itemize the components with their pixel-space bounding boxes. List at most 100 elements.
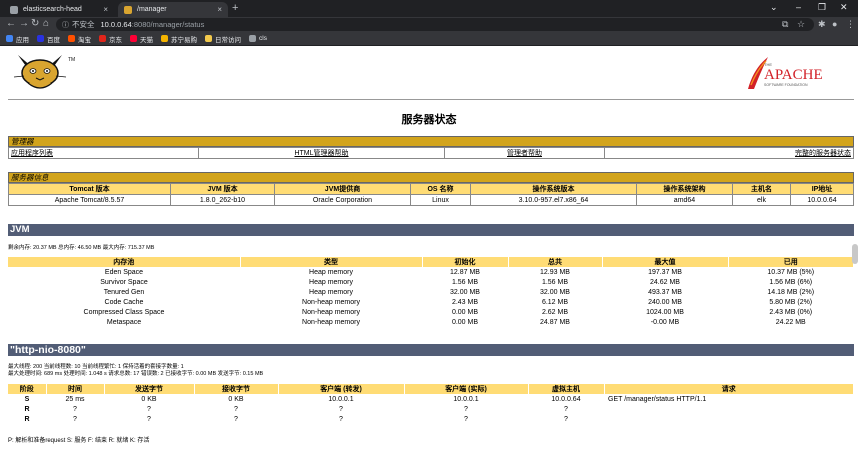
minimize-button[interactable]: – — [796, 2, 801, 12]
bookmarks-bar: 应用 百度 淘宝 京东 天猫 苏宁易购 日常访问 cls — [0, 32, 858, 46]
table-cell: 197.37 MB — [648, 268, 682, 276]
scrollbar-thumb[interactable] — [852, 244, 858, 264]
address-bar[interactable]: ⓘ 不安全 10.0.0.64 :8080/manager/status — [56, 18, 814, 31]
table-cell: 1.56 MB — [541, 278, 569, 286]
table-cell: ? — [339, 405, 343, 413]
column-header: 总共 — [508, 257, 603, 267]
table-cell: Tenured Gen — [103, 288, 145, 296]
connector-heading: "http-nio-8080" — [8, 344, 854, 356]
apache-logo-icon: THE APACHE SOFTWARE FOUNDATION — [748, 57, 823, 89]
table-cell: Heap memory — [309, 278, 353, 286]
table-cell: 10.37 MB (5%) — [767, 268, 815, 276]
table-cell: Oracle Corporation — [274, 194, 411, 206]
forward-button[interactable]: → — [19, 19, 29, 29]
jvm-memory-summary: 剩余内存: 20.37 MB 总内存: 46.50 MB 最大内存: 715.3… — [8, 245, 155, 251]
table-cell: 5.80 MB (2%) — [769, 298, 813, 306]
profile-icon[interactable]: ● — [832, 19, 837, 29]
baidu-icon — [37, 35, 44, 42]
info-icon[interactable]: ⓘ — [62, 20, 69, 30]
table-cell: ? — [564, 415, 568, 423]
manager-help-link[interactable]: 管理者帮助 — [507, 150, 542, 157]
table-cell: Heap memory — [309, 288, 353, 296]
table-cell: Eden Space — [104, 268, 144, 276]
table-cell: 10.0.0.1 — [453, 395, 479, 403]
new-tab-button[interactable]: + — [232, 2, 238, 14]
bookmark-label: 天猫 — [140, 36, 153, 44]
folder-icon — [205, 35, 212, 42]
page-title: 服务器状态 — [401, 114, 457, 126]
back-button[interactable]: ← — [6, 19, 16, 29]
table-cell: ? — [234, 415, 238, 423]
manager-heading: 管理器 — [8, 136, 854, 147]
complete-server-status-link[interactable]: 完整的服务器状态 — [795, 150, 851, 157]
extensions-icon[interactable]: ✱ — [818, 19, 826, 30]
translate-icon[interactable]: ⧉ — [782, 19, 788, 30]
stage-legend: P: 解析和准备request S: 服务 F: 结束 R: 就绪 K: 存活 — [8, 438, 150, 444]
bookmark-label: 应用 — [16, 36, 29, 44]
bookmark-star-icon[interactable]: ☆ — [797, 19, 805, 30]
table-row: Apache Tomcat/8.5.57 1.8.0_262-b10 Oracl… — [8, 194, 854, 206]
tab-elasticsearch-head[interactable]: elasticsearch-head × — [4, 2, 114, 17]
table-cell: 10.0.0.64 — [790, 194, 854, 206]
close-window-button[interactable]: ✕ — [840, 2, 848, 13]
table-cell: ? — [73, 415, 77, 423]
table-cell: 14.18 MB (2%) — [767, 288, 815, 296]
table-cell: ? — [464, 405, 468, 413]
tab-search-icon[interactable]: ⌄ — [770, 2, 778, 13]
column-header: 发送字节 — [104, 384, 195, 394]
table-cell: Compressed Class Space — [83, 308, 165, 316]
tab-close-icon[interactable]: × — [217, 5, 222, 14]
table-header-row: Tomcat 版本 JVM 版本 JVM提供商 OS 名称 操作系统版本 操作系… — [8, 183, 854, 195]
tomcat-tm-mark: TM — [68, 57, 75, 63]
page-content: TM THE APACHE SOFTWARE FOUNDATION 服务器状态 … — [0, 47, 858, 450]
server-info-heading: 服务器信息 — [8, 172, 854, 183]
url-path: :8080/manager/status — [131, 20, 205, 29]
table-row: R ? ? ? ? ? ? — [8, 414, 854, 424]
table-row: S 25 ms 0 KB 0 KB 10.0.0.1 10.0.0.1 10.0… — [8, 394, 854, 404]
home-button[interactable]: ⌂ — [43, 19, 49, 29]
table-cell: 10.0.0.64 — [551, 395, 581, 403]
table-cell: 24.87 MB — [540, 318, 570, 326]
table-cell: Non-heap memory — [302, 308, 360, 316]
html-manager-help-link[interactable]: HTML管理器帮助 — [294, 150, 348, 157]
bookmark-apps[interactable]: 应用 — [6, 34, 29, 44]
table-cell — [604, 404, 854, 414]
table-cell: ? — [73, 405, 77, 413]
column-header: 客户端 (实际) — [404, 384, 529, 394]
apache-logo-text: APACHE — [764, 67, 823, 83]
table-cell: 2.43 MB (0%) — [769, 308, 813, 316]
column-header: 阶段 — [8, 384, 47, 394]
table-cell: ? — [147, 405, 151, 413]
reload-button[interactable]: ↻ — [31, 19, 39, 29]
tab-manager[interactable]: /manager × — [118, 2, 228, 17]
column-header: 请求 — [604, 384, 854, 394]
table-row: Survivor Space Heap memory 1.56 MB 1.56 MB 2… — [8, 277, 854, 287]
bookmark-taobao[interactable]: 淘宝 — [68, 34, 91, 44]
url-host: 10.0.0.64 — [100, 20, 132, 29]
bookmark-daily[interactable]: 日常访问 — [205, 34, 241, 44]
column-header: 接收字节 — [194, 384, 279, 394]
menu-icon[interactable]: ⋮ — [846, 19, 855, 30]
bookmark-baidu[interactable]: 百度 — [37, 34, 60, 44]
column-header: Tomcat 版本 — [8, 183, 171, 195]
browser-toolbar: ← → ↻ ⌂ ⓘ 不安全 10.0.0.64 :8080/manager/st… — [0, 17, 858, 32]
bookmark-jd[interactable]: 京东 — [99, 34, 122, 44]
list-applications-link[interactable]: 应用程序列表 — [11, 150, 53, 157]
bookmark-suning[interactable]: 苏宁易购 — [161, 34, 197, 44]
bookmark-label: 苏宁易购 — [171, 36, 197, 44]
table-cell: ? — [339, 415, 343, 423]
globe-icon — [249, 35, 256, 42]
bookmark-cls[interactable]: cls — [249, 35, 267, 42]
table-cell: 0 KB — [228, 395, 244, 403]
restore-button[interactable]: ❐ — [818, 2, 826, 13]
table-cell: 493.37 MB — [648, 288, 682, 296]
security-label: 不安全 — [72, 20, 95, 29]
table-cell: 1.8.0_262-b10 — [170, 194, 275, 206]
table-cell: Non-heap memory — [302, 318, 360, 326]
table-cell: -0.00 MB — [650, 318, 680, 326]
bookmark-label: cls — [259, 35, 267, 42]
bookmark-tmall[interactable]: 天猫 — [130, 34, 153, 44]
header-divider — [8, 99, 854, 100]
table-cell: Code Cache — [104, 298, 144, 306]
tab-close-icon[interactable]: × — [103, 5, 108, 14]
